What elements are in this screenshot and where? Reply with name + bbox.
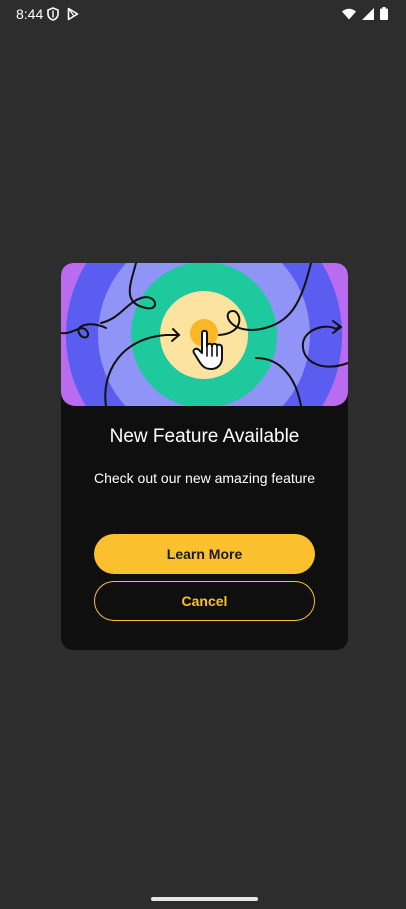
learn-more-button[interactable]: Learn More	[94, 534, 315, 574]
cancel-button[interactable]: Cancel	[94, 581, 315, 621]
hero-illustration	[61, 263, 348, 406]
dialog-title: New Feature Available	[109, 426, 300, 447]
status-right-icons	[342, 7, 388, 20]
status-bar: 8:44	[0, 0, 406, 28]
battery-icon	[380, 7, 388, 20]
signal-icon	[362, 7, 374, 20]
hand-pointer-icon	[192, 328, 226, 375]
play-store-icon	[67, 7, 79, 21]
dialog-message: Check out our new amazing feature	[93, 470, 315, 486]
status-left-icons	[47, 7, 79, 21]
status-time: 8:44	[16, 6, 44, 22]
feature-dialog: New Feature Available Check out our new …	[61, 263, 348, 650]
shield-icon	[47, 7, 59, 21]
wifi-icon	[342, 8, 356, 20]
home-indicator[interactable]	[151, 897, 258, 901]
